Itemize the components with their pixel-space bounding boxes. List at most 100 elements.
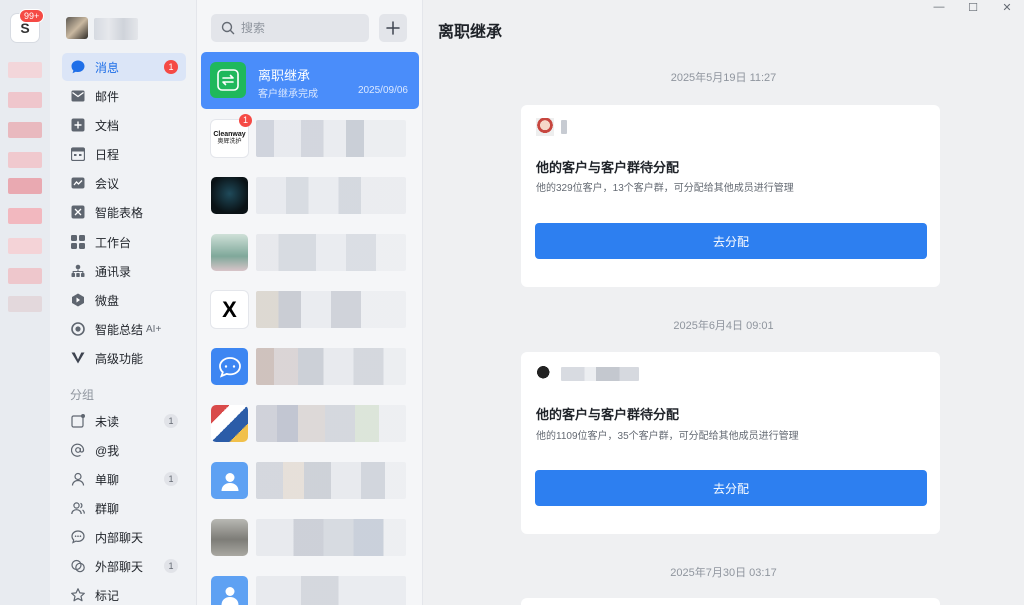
search-box[interactable] <box>211 14 369 42</box>
user-name-blurred[interactable] <box>94 18 138 40</box>
chat-title: 离职继承 <box>438 24 503 41</box>
nav-item-label: 日程 <box>95 147 120 162</box>
unread-count-badge: 1 <box>164 60 178 74</box>
group-item-starred[interactable]: 标记 <box>62 581 186 605</box>
conversation-item[interactable]: X <box>201 281 419 338</box>
ai-plus-tag: AI+ <box>146 323 162 335</box>
drive-icon <box>70 292 86 308</box>
nav-item-mail[interactable]: 邮件 <box>62 82 186 110</box>
default-avatar-icon <box>211 462 248 499</box>
nav-sidebar: 消息 1 邮件 文档 日程 会议 智能表格 工作台 通讯录 微盘 智能总结 AI… <box>50 0 197 605</box>
assign-button[interactable]: 去分配 <box>535 223 927 259</box>
workspace-unread-badge: 99+ <box>19 9 45 23</box>
nav-item-label: 文档 <box>95 118 120 133</box>
unread-icon <box>70 413 86 429</box>
conversation-item[interactable] <box>201 395 419 452</box>
conversation-list: 离职继承 客户继承完成 2025/09/06 Cleanway 奥辉洗护 1 X <box>197 0 423 605</box>
chat-pane: 离职继承 — ☐ ✕ 2025年5月19日 11:27 他的客户与客户群待分配 … <box>423 0 1024 605</box>
workspace-blurred-item[interactable] <box>8 122 42 138</box>
group-item-single-chat[interactable]: 单聊 1 <box>62 465 186 493</box>
close-button[interactable]: ✕ <box>990 0 1024 14</box>
workspace-blurred-item[interactable] <box>8 92 42 108</box>
smart-sheet-icon <box>70 204 86 220</box>
user-avatar[interactable] <box>66 17 88 39</box>
nav-item-workbench[interactable]: 工作台 <box>62 228 186 256</box>
maximize-icon: ☐ <box>968 1 978 14</box>
nav-item-label: @我 <box>95 443 120 458</box>
nav-item-calendar[interactable]: 日程 <box>62 140 186 168</box>
window-controls: — ☐ ✕ <box>922 0 1024 14</box>
nav-item-docs[interactable]: 文档 <box>62 111 186 139</box>
minimize-button[interactable]: — <box>922 0 956 14</box>
workspace-blurred-item[interactable] <box>8 178 42 194</box>
avatar-letter: X <box>222 296 237 322</box>
conversation-date: 2025/09/06 <box>357 85 408 96</box>
count-badge: 1 <box>164 414 178 428</box>
at-icon <box>70 442 86 458</box>
conversation-item[interactable] <box>201 566 419 605</box>
plus-icon <box>386 21 400 35</box>
add-button[interactable] <box>379 14 407 42</box>
inherit-icon <box>210 62 246 98</box>
conversation-item-active[interactable]: 离职继承 客户继承完成 2025/09/06 <box>201 52 419 109</box>
minimize-icon: — <box>933 1 945 13</box>
nav-item-label: 标记 <box>95 588 120 603</box>
message-timestamp: 2025年7月30日 03:17 <box>670 567 777 579</box>
conversation-item[interactable] <box>201 509 419 566</box>
conversation-blurred-text <box>256 177 406 214</box>
count-badge: 1 <box>164 559 178 573</box>
workspace-blurred-item[interactable] <box>8 62 42 78</box>
docs-icon <box>70 117 86 133</box>
avatar-brand-text: Cleanway <box>213 131 246 138</box>
nav-item-messages[interactable]: 消息 1 <box>62 53 186 81</box>
workspace-blurred-item[interactable] <box>8 208 42 224</box>
nav-item-smart-sheet[interactable]: 智能表格 <box>62 198 186 226</box>
group-item-unread[interactable]: 未读 1 <box>62 407 186 435</box>
group-chat-icon <box>70 500 86 516</box>
nav-item-premium[interactable]: 高级功能 <box>62 344 186 372</box>
group-section-header: 分组 <box>70 388 95 402</box>
card-description: 他的329位客户，13个客户群，可分配给其他成员进行管理 <box>536 183 794 194</box>
conversation-preview: 客户继承完成 <box>258 89 318 100</box>
workspace-blurred-item[interactable] <box>8 268 42 284</box>
workspace-blurred-item[interactable] <box>8 238 42 254</box>
nav-item-label: 工作台 <box>95 235 132 250</box>
conversation-item[interactable] <box>201 338 419 395</box>
chat-bubble-icon <box>211 348 248 385</box>
conversation-avatar <box>211 234 248 271</box>
card-title: 他的客户与客户群待分配 <box>536 160 680 175</box>
group-item-internal-chat[interactable]: 内部聊天 <box>62 523 186 551</box>
message-card <box>521 598 940 605</box>
nav-item-contacts[interactable]: 通讯录 <box>62 257 186 285</box>
search-icon <box>221 21 235 35</box>
workspace-blurred-item[interactable] <box>8 152 42 168</box>
mail-icon <box>70 88 86 104</box>
workspace-rail: S 99+ <box>0 0 50 605</box>
group-item-at-me[interactable]: @我 <box>62 436 186 464</box>
workspace-blurred-item[interactable] <box>8 296 42 312</box>
internal-chat-icon <box>70 529 86 545</box>
message-timestamp: 2025年5月19日 11:27 <box>670 72 777 84</box>
conversation-blurred-text <box>256 462 406 499</box>
maximize-button[interactable]: ☐ <box>956 0 990 14</box>
conversation-item[interactable] <box>201 224 419 281</box>
assign-button[interactable]: 去分配 <box>535 470 927 506</box>
group-item-group-chat[interactable]: 群聊 <box>62 494 186 522</box>
card-description: 他的1109位客户，35个客户群，可分配给其他成员进行管理 <box>536 431 799 442</box>
workbench-icon <box>70 234 86 250</box>
nav-item-ai-summary[interactable]: 智能总结 AI+ <box>62 315 186 343</box>
group-item-external-chat[interactable]: 外部聊天 1 <box>62 552 186 580</box>
external-chat-icon <box>70 558 86 574</box>
conversation-item[interactable]: Cleanway 奥辉洗护 1 <box>201 110 419 167</box>
nav-item-label: 智能表格 <box>95 205 144 220</box>
conversation-item[interactable] <box>201 167 419 224</box>
meeting-icon <box>70 175 86 191</box>
search-input[interactable] <box>241 21 361 35</box>
ai-summary-icon <box>70 321 86 337</box>
nav-item-label: 会议 <box>95 176 120 191</box>
nav-item-drive[interactable]: 微盘 <box>62 286 186 314</box>
nav-item-meeting[interactable]: 会议 <box>62 169 186 197</box>
sender-name-blurred <box>561 367 639 381</box>
conversation-item[interactable] <box>201 452 419 509</box>
conversation-blurred-text <box>256 291 406 328</box>
